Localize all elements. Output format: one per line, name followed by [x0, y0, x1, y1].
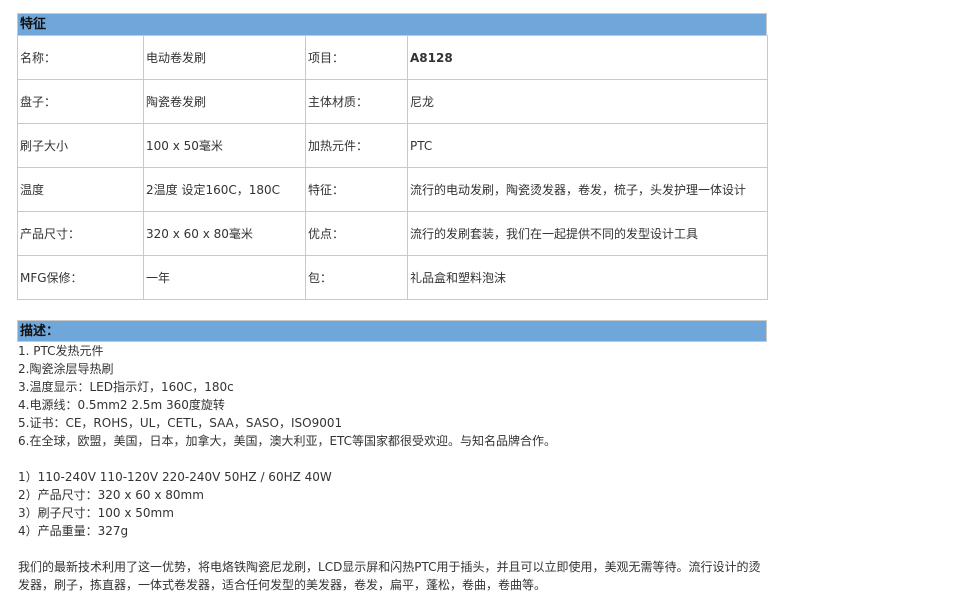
list-item: 1）110-240V 110-120V 220-240V 50HZ / 60HZ…: [18, 470, 332, 484]
list-item: 3.温度显示：LED指示灯，160C，180c: [18, 380, 234, 394]
row-value: 流行的发刷套装，我们在一起提供不同的发型设计工具: [407, 211, 768, 256]
row-value: 流行的电动发刷，陶瓷烫发器，卷发，梳子，头发护理一体设计: [407, 167, 768, 212]
list-item: 1. PTC发热元件: [18, 344, 104, 358]
table-row: 产品尺寸： 320 x 60 x 80毫米 优点： 流行的发刷套装，我们在一起提供不同…: [17, 211, 768, 256]
row-label: 刷子大小: [17, 123, 144, 168]
row-label: 项目：: [305, 35, 408, 80]
row-value: 电动卷发刷: [143, 35, 306, 80]
table-row: MFG保修： 一年 包： 礼品盒和塑料泡沫: [17, 255, 768, 300]
description-body: 1. PTC发热元件 2.陶瓷涂层导热刷 3.温度显示：LED指示灯，160C，18…: [17, 342, 767, 594]
row-label: 名称：: [17, 35, 144, 80]
features-table: 名称： 电动卷发刷 项目： A8128 盘子： 陶瓷卷发刷 主体材质： 尼龙 刷子大小 100 x…: [17, 35, 768, 300]
row-label: 主体材质：: [305, 79, 408, 124]
list-item: 5.证书：CE，ROHS，UL，CETL，SAA，SASO，ISO9001: [18, 416, 343, 430]
list-item: 2.陶瓷涂层导热刷: [18, 362, 114, 376]
row-value: PTC: [407, 123, 768, 168]
row-label: 特征：: [305, 167, 408, 212]
row-value: 一年: [143, 255, 306, 300]
description-heading: 描述：: [17, 320, 767, 342]
table-row: 温度 2温度 设定160C，180C 特征： 流行的电动发刷，陶瓷烫发器，卷发，梳子，…: [17, 167, 768, 212]
row-value: 100 x 50毫米: [143, 123, 306, 168]
row-label: MFG保修：: [17, 255, 144, 300]
list-item: 6.在全球，欧盟，美国，日本，加拿大，美国，澳大利亚，ETC等国家都很受欢迎。与…: [18, 434, 557, 448]
row-value: 320 x 60 x 80毫米: [143, 211, 306, 256]
row-label: 产品尺寸：: [17, 211, 144, 256]
feature-list: 1. PTC发热元件 2.陶瓷涂层导热刷 3.温度显示：LED指示灯，160C，18…: [18, 342, 767, 450]
row-label: 优点：: [305, 211, 408, 256]
row-label: 包：: [305, 255, 408, 300]
row-label: 加热元件：: [305, 123, 408, 168]
list-item: 2）产品尺寸：320 x 60 x 80mm: [18, 488, 204, 502]
table-row: 刷子大小 100 x 50毫米 加热元件： PTC: [17, 123, 768, 168]
row-label: 盘子：: [17, 79, 144, 124]
row-value: 2温度 设定160C，180C: [143, 167, 306, 212]
row-value: 尼龙: [407, 79, 768, 124]
features-heading: 特征: [17, 13, 767, 35]
row-value: 礼品盒和塑料泡沫: [407, 255, 768, 300]
row-value: A8128: [407, 35, 768, 80]
row-label: 温度: [17, 167, 144, 212]
product-sheet: 特征 名称： 电动卷发刷 项目： A8128 盘子： 陶瓷卷发刷 主体材质： 尼龙 刷子大小 10…: [17, 13, 768, 594]
table-row: 盘子： 陶瓷卷发刷 主体材质： 尼龙: [17, 79, 768, 124]
features-table-body: 名称： 电动卷发刷 项目： A8128 盘子： 陶瓷卷发刷 主体材质： 尼龙 刷子大小 100 x…: [17, 35, 768, 300]
list-item: 3）刷子尺寸：100 x 50mm: [18, 506, 174, 520]
description-paragraph: 我们的最新技术利用了这一优势，将电烙铁陶瓷尼龙刷，LCD显示屏和闪热PTC用于插…: [18, 560, 761, 592]
row-value: 陶瓷卷发刷: [143, 79, 306, 124]
spec-list: 1）110-240V 110-120V 220-240V 50HZ / 60HZ…: [18, 468, 767, 540]
list-item: 4.电源线：0.5mm2 2.5m 360度旋转: [18, 398, 225, 412]
list-item: 4）产品重量：327g: [18, 524, 129, 538]
table-row: 名称： 电动卷发刷 项目： A8128: [17, 35, 768, 80]
